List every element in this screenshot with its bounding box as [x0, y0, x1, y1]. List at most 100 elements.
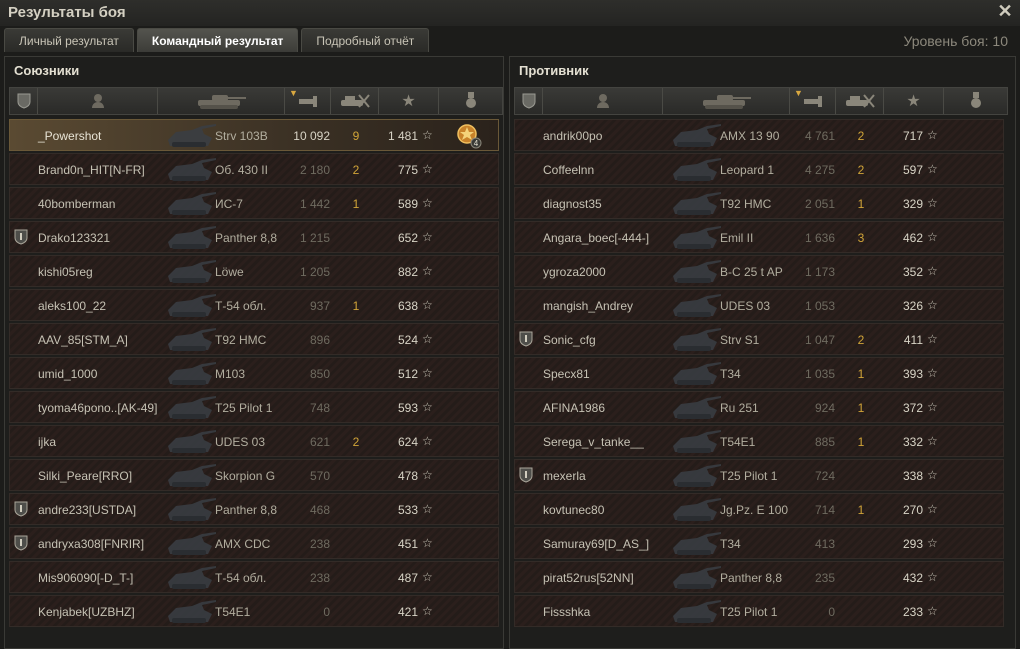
- damage-value: 4 275: [804, 163, 835, 177]
- vehicle-name: B-C 25 t AP: [720, 265, 783, 279]
- player-row[interactable]: _Powershot Strv 103B 10 092 9 1 481 ☆ 4: [9, 119, 499, 151]
- header-clan-icon[interactable]: [10, 88, 38, 114]
- header-medal-icon[interactable]: [944, 88, 1007, 114]
- tank-icon: [162, 122, 218, 150]
- clan-emblem-icon: [14, 535, 28, 551]
- header-damage-icon[interactable]: ▼: [285, 88, 331, 114]
- header-xp-star-icon[interactable]: ★: [884, 88, 944, 114]
- xp-value: 462: [902, 231, 923, 245]
- player-row[interactable]: Silki_Peare[RRO] Skorpion G 570 478 ☆: [9, 459, 499, 491]
- header-tank-icon[interactable]: [158, 88, 285, 114]
- header-tank-icon[interactable]: [663, 88, 790, 114]
- player-row[interactable]: mangish_Andrey UDES 03 1 053 326 ☆: [514, 289, 1004, 321]
- enemies-panel: Противник ▼ ★ andrik00po AMX 13 90 4 761 2 71…: [509, 56, 1016, 649]
- player-name: Angara_boec[-444-]: [543, 231, 650, 245]
- header-damage-icon[interactable]: ▼: [790, 88, 836, 114]
- xp-value: 233: [902, 605, 923, 619]
- header-xp-star-icon[interactable]: ★: [379, 88, 439, 114]
- tab-personal-result[interactable]: Личный результат: [4, 28, 134, 52]
- player-row[interactable]: AAV_85[STM_A] T92 HMC 896 524 ☆: [9, 323, 499, 355]
- player-row[interactable]: pirat52rus[52NN] Panther 8,8 235 432 ☆: [514, 561, 1004, 593]
- kills-value: 9: [352, 129, 360, 143]
- damage-value: 1 442: [299, 197, 330, 211]
- medal-icon[interactable]: 4: [456, 123, 482, 149]
- damage-value: 0: [323, 605, 330, 619]
- player-row[interactable]: Serega_v_tanke__ T54E1 885 1 332 ☆: [514, 425, 1004, 457]
- vehicle-name: Т-54 обл.: [215, 571, 267, 585]
- star-icon: ☆: [422, 230, 433, 244]
- player-row[interactable]: ijka UDES 03 621 2 624 ☆: [9, 425, 499, 457]
- star-icon: ☆: [422, 366, 433, 380]
- player-row[interactable]: tyoma46pono..[AK-49] T25 Pilot 1 748 593 ☆: [9, 391, 499, 423]
- player-row[interactable]: ygroza2000 B-C 25 t AP 1 173 352 ☆: [514, 255, 1004, 287]
- tank-icon: [162, 360, 218, 388]
- xp-value: 332: [902, 435, 923, 449]
- close-icon[interactable]: ✕: [996, 2, 1014, 20]
- player-row[interactable]: Specx81 T34 1 035 1 393 ☆: [514, 357, 1004, 389]
- star-icon: ☆: [422, 468, 433, 482]
- player-row[interactable]: andrik00po AMX 13 90 4 761 2 717 ☆: [514, 119, 1004, 151]
- player-row[interactable]: Coffeelnn Leopard 1 4 275 2 597 ☆: [514, 153, 1004, 185]
- tank-icon: [667, 122, 723, 150]
- damage-value: 748: [309, 401, 330, 415]
- player-row[interactable]: Drako123321 Panther 8,8 1 215 652 ☆: [9, 221, 499, 253]
- vehicle-name: Panther 8,8: [215, 503, 278, 517]
- player-row[interactable]: AFINA1986 Ru 251 924 1 372 ☆: [514, 391, 1004, 423]
- header-kills-icon[interactable]: [331, 88, 379, 114]
- tank-icon: [667, 326, 723, 354]
- player-row[interactable]: Sonic_cfg Strv S1 1 047 2 411 ☆: [514, 323, 1004, 355]
- damage-value: 10 092: [293, 129, 330, 143]
- xp-value: 352: [902, 265, 923, 279]
- star-icon: ☆: [927, 604, 938, 618]
- player-name: Kenjabek[UZBHZ]: [38, 605, 135, 619]
- player-name: Fissshka: [543, 605, 591, 619]
- damage-value: 235: [814, 571, 835, 585]
- header-player-icon[interactable]: [38, 88, 158, 114]
- player-name: Serega_v_tanke__: [543, 435, 644, 449]
- tab-detailed-report[interactable]: Подробный отчёт: [301, 28, 430, 52]
- player-name: tyoma46pono..[AK-49]: [38, 401, 158, 415]
- xp-value: 329: [902, 197, 923, 211]
- player-row[interactable]: 40bomberman ИС-7 1 442 1 589 ☆: [9, 187, 499, 219]
- header-player-icon[interactable]: [543, 88, 663, 114]
- tank-icon: [667, 224, 723, 252]
- player-row[interactable]: Kenjabek[UZBHZ] T54E1 0 421 ☆: [9, 595, 499, 627]
- tank-icon: [667, 598, 723, 626]
- player-row[interactable]: Mis906090[-D_T-] Т-54 обл. 238 487 ☆: [9, 561, 499, 593]
- tank-icon: [667, 564, 723, 592]
- player-row[interactable]: Samuray69[D_AS_] T34 413 293 ☆: [514, 527, 1004, 559]
- player-row[interactable]: kovtunec80 Jg.Pz. E 100 714 1 270 ☆: [514, 493, 1004, 525]
- star-icon: ☆: [927, 434, 938, 448]
- tank-icon: [667, 530, 723, 558]
- tank-icon: [162, 428, 218, 456]
- xp-value: 487: [397, 571, 418, 585]
- player-row[interactable]: diagnost35 T92 HMC 2 051 1 329 ☆: [514, 187, 1004, 219]
- vehicle-name: Leopard 1: [720, 163, 775, 177]
- player-row[interactable]: andryxa308[FNRIR] AMX CDC 238 451 ☆: [9, 527, 499, 559]
- vehicle-name: T92 HMC: [720, 197, 772, 211]
- player-row[interactable]: Fissshka T25 Pilot 1 0 233 ☆: [514, 595, 1004, 627]
- kills-value: 2: [857, 129, 865, 143]
- damage-value: 1 205: [299, 265, 330, 279]
- header-medal-icon[interactable]: [439, 88, 502, 114]
- vehicle-name: Skorpion G: [215, 469, 276, 483]
- vehicle-name: Panther 8,8: [215, 231, 278, 245]
- header-kills-icon[interactable]: [836, 88, 884, 114]
- vehicle-name: Strv 103B: [215, 129, 268, 143]
- enemies-header: ▼ ★: [514, 87, 1008, 115]
- tank-icon: [667, 190, 723, 218]
- tank-icon: [667, 428, 723, 456]
- star-icon: ☆: [927, 264, 938, 278]
- xp-value: 451: [397, 537, 418, 551]
- player-row[interactable]: andre233[USTDA] Panther 8,8 468 533 ☆: [9, 493, 499, 525]
- xp-value: 270: [902, 503, 923, 517]
- player-row[interactable]: aleks100_22 Т-54 обл. 937 1 638 ☆: [9, 289, 499, 321]
- player-row[interactable]: mexerla T25 Pilot 1 724 338 ☆: [514, 459, 1004, 491]
- player-row[interactable]: Brand0n_HIT[N-FR] Об. 430 II 2 180 2 775 ☆: [9, 153, 499, 185]
- player-name: Coffeelnn: [543, 163, 595, 177]
- player-row[interactable]: Angara_boec[-444-] Emil II 1 636 3 462 ☆: [514, 221, 1004, 253]
- header-clan-icon[interactable]: [515, 88, 543, 114]
- player-row[interactable]: umid_1000 M103 850 512 ☆: [9, 357, 499, 389]
- player-row[interactable]: kishi05reg Löwe 1 205 882 ☆: [9, 255, 499, 287]
- tab-team-result[interactable]: Командный результат: [136, 28, 299, 52]
